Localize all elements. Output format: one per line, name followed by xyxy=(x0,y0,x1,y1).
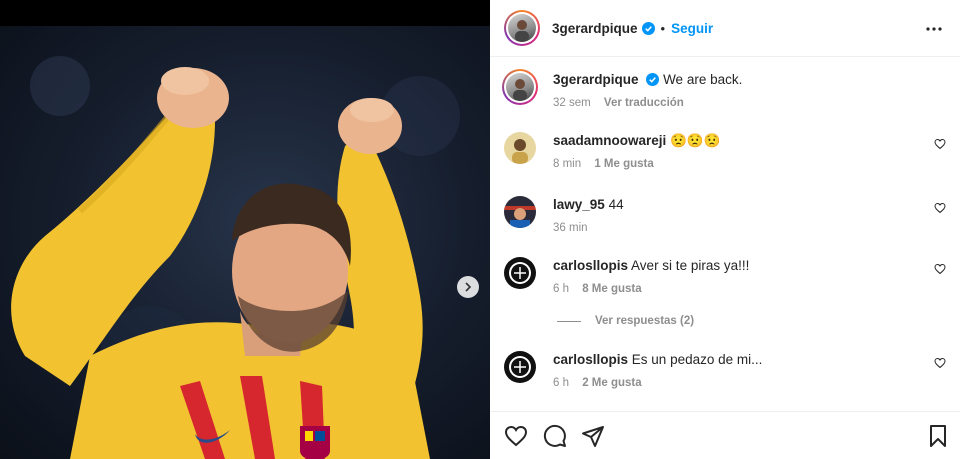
comment-text: 44 xyxy=(608,197,624,212)
caption-username[interactable]: 3gerardpique xyxy=(553,72,639,87)
comment-time[interactable]: 6 h xyxy=(553,377,569,389)
view-replies-button[interactable]: Ver respuestas (2) xyxy=(557,315,694,327)
verified-badge-icon xyxy=(641,21,655,35)
more-options-icon xyxy=(926,27,942,31)
follow-button[interactable]: Seguir xyxy=(671,21,713,36)
more-options-button[interactable] xyxy=(922,17,946,41)
commenter-avatar[interactable] xyxy=(504,351,536,383)
heart-icon[interactable] xyxy=(934,138,946,150)
heart-icon[interactable] xyxy=(504,424,528,448)
post-media xyxy=(0,0,490,459)
caption-time[interactable]: 32 sem xyxy=(553,97,591,109)
comment-time[interactable]: 8 min xyxy=(553,158,581,170)
caption-author-avatar[interactable] xyxy=(502,69,538,105)
verified-badge-icon xyxy=(646,73,660,86)
view-replies-label: Ver respuestas (2) xyxy=(595,315,695,327)
heart-icon[interactable] xyxy=(934,202,946,214)
comment-text: Es un pedazo de mi... xyxy=(631,352,763,367)
comment-text: Aver si te piras ya!!! xyxy=(631,258,750,273)
caption-text: We are back. xyxy=(663,72,743,87)
author-username[interactable]: 3gerardpique xyxy=(552,21,638,36)
chevron-right-icon xyxy=(465,282,472,292)
next-media-button[interactable] xyxy=(457,276,479,298)
player-illustration xyxy=(11,56,460,459)
comment-likes[interactable]: 2 Me gusta xyxy=(582,377,641,389)
comment-time[interactable]: 36 min xyxy=(553,222,588,234)
heart-icon[interactable] xyxy=(934,263,946,275)
heart-icon[interactable] xyxy=(934,357,946,369)
see-translation-link[interactable]: Ver traducción xyxy=(604,97,684,109)
share-icon[interactable] xyxy=(581,424,605,448)
commenter-avatar[interactable] xyxy=(504,196,536,228)
post-side-panel: 3gerardpique • Seguir 3gerardpique We ar… xyxy=(490,0,960,459)
comment-time[interactable]: 6 h xyxy=(553,283,569,295)
post-photo xyxy=(0,26,490,459)
comment-icon[interactable] xyxy=(543,424,567,448)
commenter-username[interactable]: carlosllopis xyxy=(553,258,628,273)
commenter-username[interactable]: carlosllopis xyxy=(553,352,628,367)
save-icon[interactable] xyxy=(926,424,950,448)
author-avatar[interactable] xyxy=(504,10,540,46)
comment-likes[interactable]: 8 Me gusta xyxy=(582,283,641,295)
comment-text: 😟😟😟 xyxy=(670,133,721,148)
commenter-avatar[interactable] xyxy=(504,257,536,289)
post-header: 3gerardpique • Seguir xyxy=(490,0,960,57)
post-actions-bar xyxy=(490,411,960,459)
comments-list[interactable]: 3gerardpique We are back. 32 sem Ver tra… xyxy=(490,57,960,411)
comment-likes[interactable]: 1 Me gusta xyxy=(594,158,653,170)
commenter-avatar[interactable] xyxy=(504,132,536,164)
commenter-username[interactable]: saadamnoowareji xyxy=(553,133,666,148)
separator-dot: • xyxy=(660,20,666,36)
replies-divider xyxy=(557,320,581,322)
commenter-username[interactable]: lawy_95 xyxy=(553,197,605,212)
